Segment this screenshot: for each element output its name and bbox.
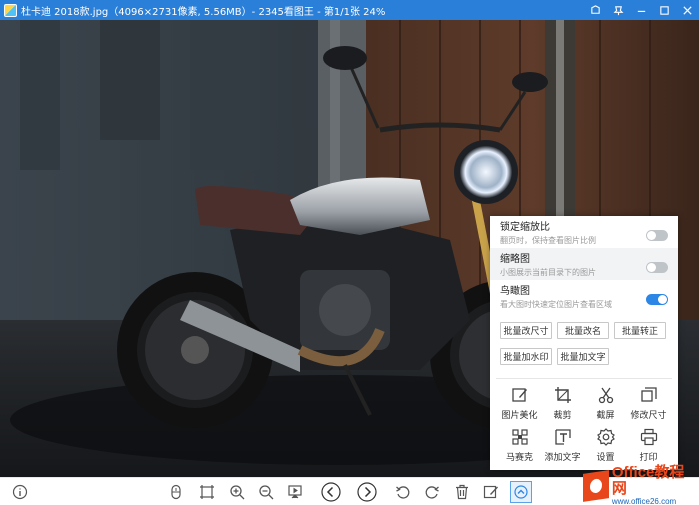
batch-watermark-button[interactable]: 批量加水印 — [500, 348, 552, 365]
rotate-left-button[interactable] — [393, 482, 413, 502]
edit-icon — [511, 388, 527, 402]
info-icon — [12, 484, 28, 500]
skin-icon[interactable] — [584, 0, 607, 20]
printer-icon — [640, 428, 657, 446]
crop-icon — [554, 387, 571, 403]
edit-button[interactable] — [481, 482, 501, 502]
tool-label: 添加文字 — [544, 453, 581, 463]
delete-icon — [456, 484, 468, 500]
tool-label: 马赛克 — [505, 453, 533, 463]
tool-grid: 图片美化 裁剪 截屏 修改尺寸 马赛克 添加文字 设置 打印 — [498, 386, 670, 464]
tool-screenshot[interactable]: 截屏 — [584, 386, 627, 422]
tool-label: 修改尺寸 — [630, 411, 667, 421]
divider — [496, 378, 672, 379]
resize-icon — [640, 387, 657, 402]
option-birdseye[interactable]: 鸟瞰图 看大图时快速定位图片查看区域 — [490, 280, 678, 312]
zoom-out-button[interactable] — [256, 482, 276, 502]
thumbnail-toggle[interactable] — [646, 262, 668, 273]
maximize-icon[interactable] — [653, 0, 676, 20]
delete-button[interactable] — [452, 482, 472, 502]
more-button[interactable] — [510, 481, 532, 503]
text-icon — [554, 429, 571, 445]
option-lock-zoom[interactable]: 锁定缩放比 翻页时，保持查看图片比例 — [490, 216, 678, 248]
mosaic-icon — [511, 429, 528, 445]
tool-label: 截屏 — [596, 411, 615, 421]
option-thumbnail[interactable]: 缩略图 小图展示当前目录下的图片 — [490, 248, 678, 280]
tool-add-text[interactable]: 添加文字 — [541, 428, 584, 464]
zoom-in-icon — [230, 485, 245, 500]
rotate-left-icon — [396, 486, 410, 499]
gear-icon — [596, 428, 615, 446]
birdseye-toggle[interactable] — [646, 294, 668, 305]
tool-resize[interactable]: 修改尺寸 — [627, 386, 670, 422]
mouse-icon — [171, 484, 181, 500]
batch-actions: 批量改尺寸 批量改名 批量转正 批量加水印 批量加文字 — [490, 312, 678, 365]
window-title: 杜卡迪 2018款.jpg（4096×2731像素, 5.56MB）- 2345… — [21, 6, 386, 18]
next-image-button[interactable] — [357, 482, 377, 502]
mouse-mode-button[interactable] — [166, 482, 186, 502]
tool-beautify[interactable]: 图片美化 — [498, 386, 541, 422]
slideshow-icon — [288, 485, 302, 499]
edit-icon — [483, 485, 498, 499]
tool-print[interactable]: 打印 — [627, 428, 670, 464]
watermark-title: Office教程网 — [611, 464, 685, 497]
pin-icon[interactable] — [607, 0, 630, 20]
tool-label: 打印 — [639, 453, 658, 463]
more-icon — [514, 485, 528, 499]
tool-mosaic[interactable]: 马赛克 — [498, 428, 541, 464]
info-button[interactable] — [10, 482, 30, 502]
tool-settings[interactable]: 设置 — [584, 428, 627, 464]
tool-label: 裁剪 — [553, 411, 572, 421]
batch-rename-button[interactable]: 批量改名 — [557, 322, 609, 339]
prev-image-button[interactable] — [321, 482, 341, 502]
more-options-panel: 锁定缩放比 翻页时，保持查看图片比例 缩略图 小图展示当前目录下的图片 鸟瞰图 … — [490, 216, 678, 470]
zoom-out-icon — [259, 485, 274, 500]
next-icon — [357, 482, 377, 502]
title-bar: 杜卡迪 2018款.jpg（4096×2731像素, 5.56MB）- 2345… — [0, 0, 699, 20]
rotate-right-icon — [425, 486, 439, 499]
fit-icon — [200, 485, 214, 499]
close-icon[interactable] — [676, 0, 699, 20]
scissors-icon — [598, 387, 613, 404]
slideshow-button[interactable] — [285, 482, 305, 502]
office-watermark: Office教程网 www.office26.com — [583, 464, 699, 505]
batch-resize-button[interactable]: 批量改尺寸 — [500, 322, 552, 339]
tool-label: 图片美化 — [501, 411, 538, 421]
prev-icon — [321, 482, 341, 502]
watermark-url: www.office26.com — [611, 497, 677, 505]
zoom-in-button[interactable] — [227, 482, 247, 502]
window-controls — [584, 0, 699, 20]
fit-window-button[interactable] — [197, 482, 217, 502]
tool-label: 设置 — [596, 453, 615, 463]
office-logo-icon — [583, 470, 609, 502]
app-logo-icon — [4, 3, 17, 17]
tool-crop[interactable]: 裁剪 — [541, 386, 584, 422]
batch-text-button[interactable]: 批量加文字 — [557, 348, 609, 365]
minimize-icon[interactable] — [630, 0, 653, 20]
rotate-right-button[interactable] — [422, 482, 442, 502]
lock-zoom-toggle[interactable] — [646, 230, 668, 241]
batch-rotate-button[interactable]: 批量转正 — [614, 322, 666, 339]
